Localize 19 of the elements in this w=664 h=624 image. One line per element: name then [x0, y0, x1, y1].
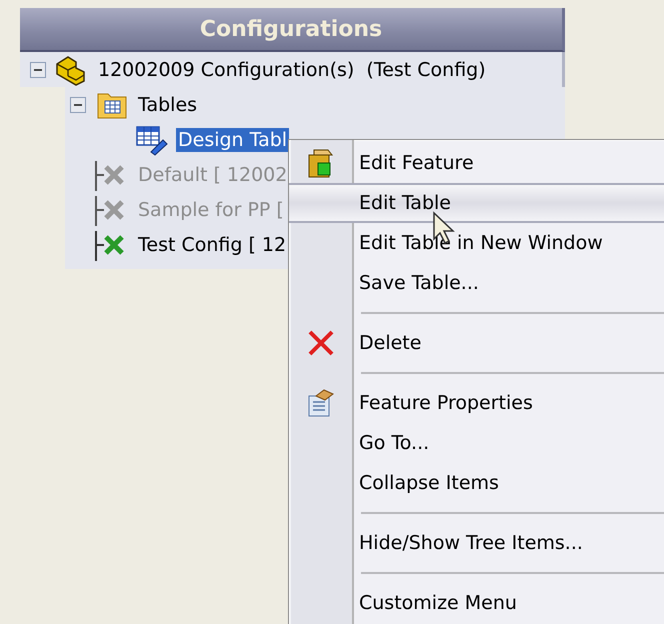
tree-item[interactable]: Design Tabl: [176, 128, 290, 152]
collapse-icon[interactable]: [70, 96, 86, 112]
menu-item[interactable]: Collapse Items: [289, 463, 664, 503]
menu-item[interactable]: Go To...: [289, 423, 664, 463]
table-pencil-icon: [135, 124, 169, 156]
menu-item[interactable]: Edit Table: [289, 183, 664, 223]
tree-item[interactable]: Test Config [ 12: [136, 232, 288, 256]
box-icon: [306, 147, 336, 179]
delete-icon: [307, 329, 335, 357]
collapse-icon[interactable]: [30, 62, 46, 78]
panel-title: Configurations: [200, 16, 382, 42]
menu-item[interactable]: Customize Menu: [289, 583, 664, 623]
menu-item[interactable]: Edit Feature: [289, 143, 664, 183]
menu-item[interactable]: Feature Properties: [289, 383, 664, 423]
menu-item[interactable]: Hide/Show Tree Items...: [289, 523, 664, 563]
menu-item[interactable]: Delete: [289, 323, 664, 363]
menu-item[interactable]: Save Table...: [289, 263, 664, 303]
tree-item[interactable]: Tables: [136, 92, 200, 116]
properties-icon: [306, 388, 336, 418]
